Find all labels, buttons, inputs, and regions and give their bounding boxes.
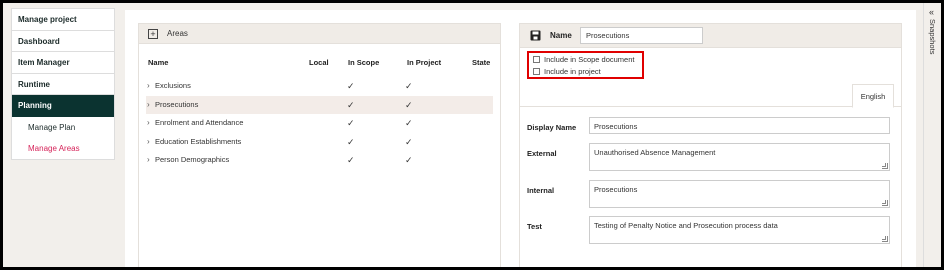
in-project-check-icon: ✓ — [405, 118, 413, 128]
areas-panel: + Areas Name Local In Scope In Project S… — [138, 23, 501, 267]
resize-handle-icon[interactable] — [882, 163, 888, 169]
areas-panel-title: Areas — [167, 29, 188, 38]
chevron-right-icon[interactable]: › — [147, 96, 150, 115]
include-scope-option[interactable]: Include in Scope document — [533, 54, 642, 65]
include-project-option[interactable]: Include in project — [533, 66, 642, 77]
area-name: Enrolment and Attendance — [155, 118, 244, 127]
sidebar-subitem-manage-areas[interactable]: Manage Areas — [12, 138, 114, 159]
internal-label: Internal — [527, 186, 555, 195]
resize-handle-icon[interactable] — [882, 236, 888, 242]
name-input[interactable]: Prosecutions — [580, 27, 703, 44]
display-name-field[interactable]: Prosecutions — [589, 117, 890, 134]
table-row[interactable]: › Exclusions ✓ ✓ — [146, 77, 493, 96]
include-options-highlight: Include in Scope document Include in pro… — [527, 51, 644, 79]
table-row[interactable]: › Education Establishments ✓ ✓ — [146, 133, 493, 152]
sidebar: Manage project Dashboard Item Manager Ru… — [11, 8, 115, 160]
external-label: External — [527, 149, 557, 158]
area-name: Person Demographics — [155, 155, 230, 164]
sidebar-subitem-manage-plan[interactable]: Manage Plan — [12, 117, 114, 138]
area-name: Exclusions — [155, 81, 191, 90]
col-in-project: In Project — [407, 58, 442, 67]
area-detail-panel: Name Prosecutions Include in Scope docum… — [519, 23, 902, 267]
in-project-check-icon: ✓ — [405, 136, 413, 147]
sidebar-item-item-manager[interactable]: Item Manager — [12, 52, 114, 74]
col-name: Name — [148, 58, 169, 67]
snapshots-panel-toggle[interactable]: « Snapshots — [923, 3, 941, 267]
chevron-right-icon[interactable]: › — [147, 151, 150, 170]
app-frame: Manage project Dashboard Item Manager Ru… — [3, 3, 941, 267]
sidebar-item-manage-project[interactable]: Manage project — [12, 9, 114, 31]
name-label: Name — [550, 31, 572, 40]
in-scope-check-icon: ✓ — [347, 155, 355, 165]
internal-field[interactable]: Prosecutions — [589, 180, 890, 208]
table-row[interactable]: › Enrolment and Attendance ✓ ✓ — [146, 114, 493, 133]
col-local: Local — [309, 58, 329, 67]
double-chevron-left-icon[interactable]: « — [929, 7, 934, 17]
in-scope-check-icon: ✓ — [347, 99, 355, 110]
include-project-checkbox[interactable] — [533, 68, 540, 75]
areas-table-header: Name Local In Scope In Project State — [139, 58, 500, 70]
in-project-check-icon: ✓ — [405, 99, 413, 110]
test-field[interactable]: Testing of Penalty Notice and Prosecutio… — [589, 216, 890, 244]
area-name: Education Establishments — [155, 136, 242, 146]
sidebar-item-runtime[interactable]: Runtime — [12, 74, 114, 95]
chevron-right-icon[interactable]: › — [147, 77, 150, 96]
area-detail-header: Name Prosecutions — [520, 24, 901, 48]
add-area-icon[interactable]: + — [148, 28, 158, 39]
resize-handle-icon[interactable] — [882, 200, 888, 206]
table-row[interactable]: › Person Demographics ✓ ✓ — [146, 151, 493, 170]
in-project-check-icon: ✓ — [405, 81, 413, 91]
snapshots-label: Snapshots — [928, 19, 937, 55]
external-field[interactable]: Unauthorised Absence Management — [589, 143, 890, 171]
save-icon[interactable] — [530, 30, 541, 41]
language-tabbar: English — [520, 84, 901, 108]
include-scope-label: Include in Scope document — [544, 55, 635, 64]
chevron-right-icon[interactable]: › — [147, 114, 150, 133]
display-name-value: Prosecutions — [594, 122, 638, 131]
internal-value: Prosecutions — [594, 185, 638, 194]
main-content: + Areas Name Local In Scope In Project S… — [125, 10, 916, 267]
test-label: Test — [527, 222, 542, 231]
test-value: Testing of Penalty Notice and Prosecutio… — [594, 221, 778, 230]
display-name-label: Display Name — [527, 123, 577, 132]
col-state: State — [472, 58, 491, 67]
table-row[interactable]: › Prosecutions ✓ ✓ — [146, 95, 493, 115]
areas-table-body: › Exclusions ✓ ✓ › Prosecutions ✓ ✓ › En… — [146, 77, 493, 170]
include-scope-checkbox[interactable] — [533, 56, 540, 63]
sidebar-item-dashboard[interactable]: Dashboard — [12, 31, 114, 52]
sidebar-item-planning[interactable]: Planning — [12, 95, 114, 117]
chevron-right-icon[interactable]: › — [147, 133, 150, 152]
col-in-scope: In Scope — [348, 58, 380, 67]
in-scope-check-icon: ✓ — [347, 118, 355, 128]
area-name: Prosecutions — [155, 99, 199, 109]
in-scope-check-icon: ✓ — [347, 136, 355, 147]
tab-english[interactable]: English — [852, 84, 894, 108]
areas-panel-header: + Areas — [139, 24, 500, 44]
include-project-label: Include in project — [544, 67, 601, 76]
in-project-check-icon: ✓ — [405, 155, 413, 165]
in-scope-check-icon: ✓ — [347, 81, 355, 91]
external-value: Unauthorised Absence Management — [594, 148, 716, 157]
